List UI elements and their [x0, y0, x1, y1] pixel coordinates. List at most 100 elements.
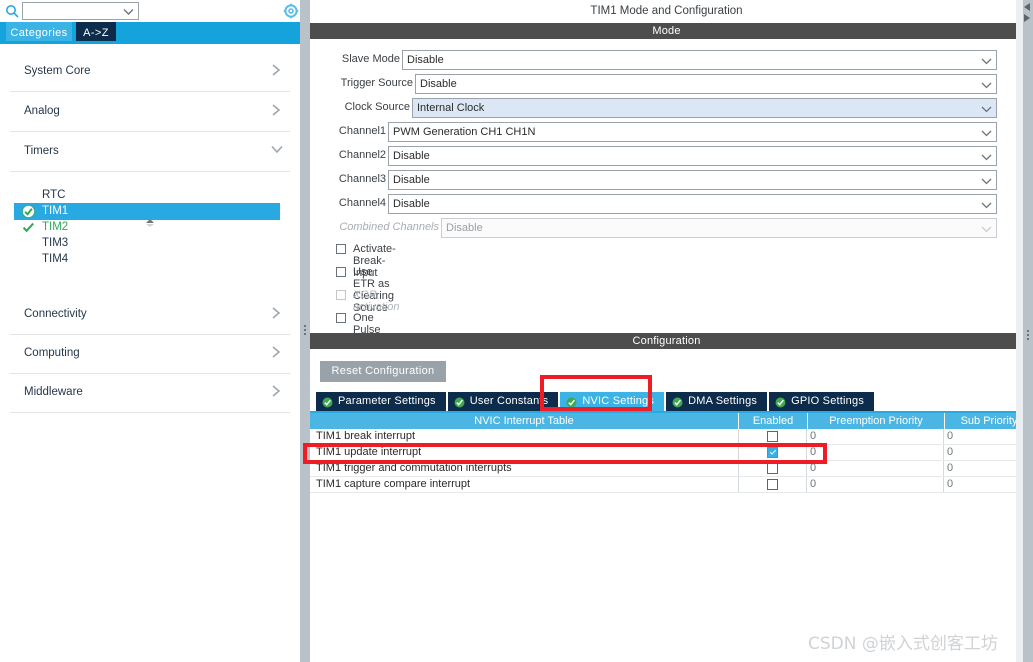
- sub-priority-value[interactable]: 0: [947, 462, 953, 474]
- panel-splitter[interactable]: [300, 0, 310, 662]
- channel1-select[interactable]: PWM Generation CH1 CH1N: [388, 122, 997, 142]
- sidebar-item-analog[interactable]: Analog: [10, 92, 290, 132]
- search-icon: [5, 4, 19, 18]
- field-label: Channel2: [338, 149, 386, 161]
- sidebar-item-tim3[interactable]: TIM3: [14, 235, 280, 252]
- field-channel2: Channel2 Disable: [310, 146, 997, 166]
- sidebar-item-label: Timers: [24, 145, 59, 157]
- reset-configuration-button[interactable]: Reset Configuration: [320, 361, 446, 382]
- configuration-section-header: Configuration: [310, 333, 1023, 349]
- enabled-checkbox[interactable]: [767, 431, 778, 442]
- check-circle-icon: [322, 396, 333, 408]
- enabled-checkbox[interactable]: [767, 479, 778, 490]
- column-header-preemption-priority: Preemption Priority: [808, 413, 944, 429]
- field-label: Slave Mode: [341, 53, 400, 65]
- sidebar-item-label: Computing: [24, 347, 80, 359]
- field-label: Channel3: [338, 173, 386, 185]
- cell-divider: [943, 477, 944, 492]
- checkbox-label: XOR activation: [353, 289, 400, 313]
- column-header-enabled: Enabled: [739, 413, 807, 429]
- splitter-grip-icon: [304, 325, 306, 337]
- main-vertical-scrollbar[interactable]: [1016, 0, 1023, 662]
- tab-gpio-settings[interactable]: GPIO Settings: [769, 392, 875, 411]
- sidebar-item-label: Middleware: [24, 386, 83, 398]
- right-collapse-strip[interactable]: [1023, 0, 1033, 662]
- checkbox-box: [336, 313, 346, 323]
- field-clock-source: Clock Source Internal Clock: [310, 98, 997, 118]
- tabbar-underline: [0, 41, 300, 44]
- sidebar-item-tim1[interactable]: TIM1: [14, 203, 280, 220]
- chevron-down-icon: [981, 224, 992, 236]
- chevron-down-icon: [981, 56, 992, 68]
- tab-label: DMA Settings: [688, 395, 758, 407]
- select-value: Disable: [393, 198, 430, 210]
- sidebar-item-system-core[interactable]: System Core: [10, 52, 290, 92]
- sidebar-item-tim4[interactable]: TIM4: [14, 251, 280, 268]
- tab-parameter-settings[interactable]: Parameter Settings: [316, 392, 446, 411]
- mode-section-header: Mode: [310, 23, 1023, 39]
- chevron-right-icon: [270, 63, 282, 77]
- sidebar-item-computing[interactable]: Computing: [10, 334, 290, 374]
- tab-label: Parameter Settings: [338, 395, 436, 407]
- sidebar-item-label: TIM3: [42, 237, 69, 249]
- field-trigger-source: Trigger Source Disable: [310, 74, 997, 94]
- cell-divider: [943, 445, 944, 460]
- select-value: PWM Generation CH1 CH1N: [393, 126, 536, 138]
- chevron-right-icon: [270, 384, 282, 398]
- preemption-priority-value[interactable]: 0: [810, 478, 816, 490]
- tab-label: User Constants: [469, 395, 549, 407]
- mode-and-configuration-panel: TIM1 Mode and Configuration Mode Slave M…: [310, 0, 1023, 662]
- sidebar-item-label: RTC: [42, 189, 66, 201]
- sub-priority-value[interactable]: 0: [947, 430, 953, 442]
- tab-label: GPIO Settings: [791, 395, 865, 407]
- chevron-down-icon: [123, 7, 134, 19]
- preemption-priority-value[interactable]: 0: [810, 430, 816, 442]
- field-channel1: Channel1 PWM Generation CH1 CH1N: [310, 122, 997, 142]
- select-value: Disable: [393, 174, 430, 186]
- chevron-down-icon: [981, 176, 992, 188]
- sidebar-item-timers[interactable]: Timers: [10, 132, 290, 172]
- sidebar-item-tim2[interactable]: TIM2: [14, 219, 280, 236]
- watermark: CSDN @嵌入式创客工坊: [808, 634, 998, 654]
- channel3-select[interactable]: Disable: [388, 170, 997, 190]
- sidebar-item-label: Analog: [24, 105, 60, 117]
- annotation-highlight-nvic-tab: [540, 375, 652, 411]
- field-slave-mode: Slave Mode Disable: [310, 50, 997, 70]
- component-sidebar: Categories A->Z System Core Analog Timer…: [0, 0, 300, 662]
- check-circle-icon: [775, 396, 786, 408]
- sidebar-item-label: Connectivity: [24, 308, 87, 320]
- page-title: TIM1 Mode and Configuration: [310, 0, 1023, 22]
- checkbox-box: [336, 244, 346, 254]
- sidebar-tabbar: Categories A->Z: [0, 22, 300, 44]
- channel2-select[interactable]: Disable: [388, 146, 997, 166]
- tab-dma-settings[interactable]: DMA Settings: [666, 392, 768, 411]
- sidebar-item-connectivity[interactable]: Connectivity: [10, 295, 290, 335]
- sidebar-item-label: TIM4: [42, 253, 69, 265]
- column-header-interrupt: NVIC Interrupt Table: [310, 413, 738, 429]
- chevron-down-icon: [981, 128, 992, 140]
- chevron-down-icon: [981, 80, 992, 92]
- field-channel4: Channel4 Disable: [310, 194, 997, 214]
- channel4-select[interactable]: Disable: [388, 194, 997, 214]
- slave-mode-select[interactable]: Disable: [402, 50, 997, 70]
- chevron-right-icon: [270, 103, 282, 117]
- chevron-down-icon: [981, 200, 992, 212]
- enabled-checkbox[interactable]: [767, 463, 778, 474]
- cell-divider: [738, 429, 739, 444]
- chevron-down-icon: [270, 143, 283, 157]
- sub-priority-value[interactable]: 0: [947, 446, 953, 458]
- gear-icon[interactable]: [283, 3, 299, 19]
- collapse-left-arrow-icon[interactable]: [1024, 3, 1030, 11]
- sidebar-item-rtc[interactable]: RTC: [14, 187, 280, 204]
- field-label: Clock Source: [344, 101, 410, 113]
- check-circle-icon: [672, 396, 683, 408]
- sub-priority-value[interactable]: 0: [947, 478, 953, 490]
- select-value: Internal Clock: [417, 102, 485, 114]
- interrupt-name: TIM1 capture compare interrupt: [316, 478, 471, 490]
- search-input[interactable]: [22, 2, 139, 20]
- table-row[interactable]: TIM1 capture compare interrupt 0 0: [310, 477, 1023, 493]
- trigger-source-select[interactable]: Disable: [415, 74, 997, 94]
- clock-source-select[interactable]: Internal Clock: [412, 98, 997, 118]
- collapse-right-arrow-icon[interactable]: [1024, 14, 1030, 22]
- sidebar-item-middleware[interactable]: Middleware: [10, 373, 290, 413]
